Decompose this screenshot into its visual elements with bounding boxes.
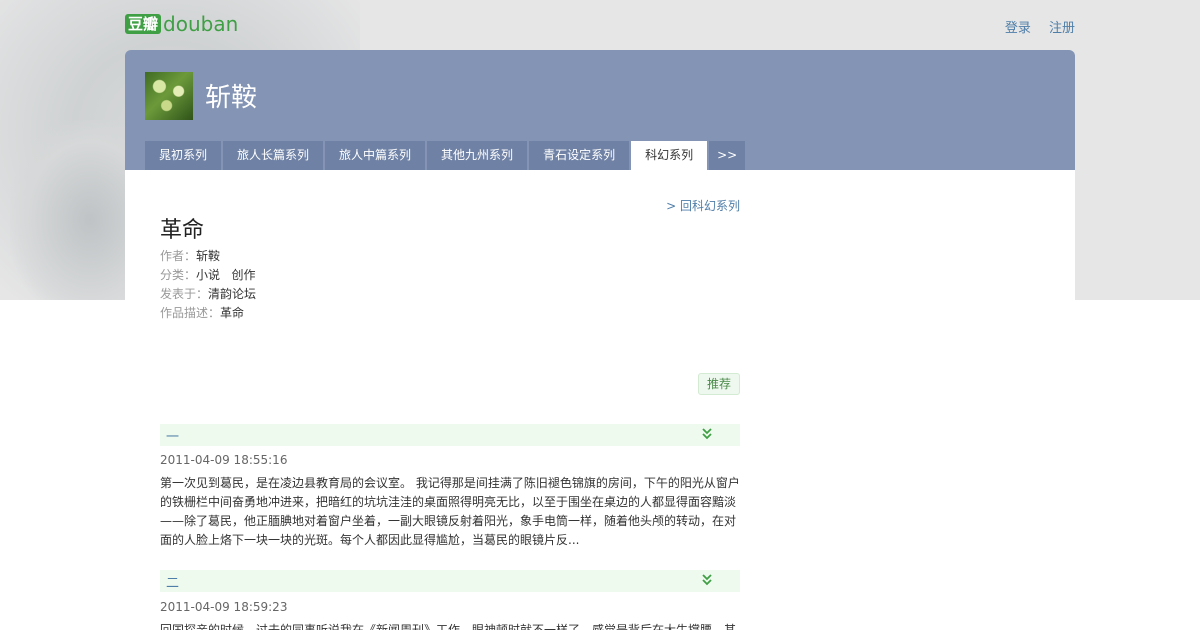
logo-en: douban — [163, 12, 239, 36]
published-label: 发表于： — [160, 287, 209, 301]
chapter-header[interactable]: 一 — [160, 424, 740, 446]
main-content: > 回科幻系列 革命 作者：斩鞍 分类：小说 创作 发表于：清韵论坛 作品描述：… — [125, 170, 1075, 630]
chapter-header[interactable]: 二 — [160, 570, 740, 592]
tab-scifi-series[interactable]: 科幻系列 — [631, 141, 708, 170]
tab-chuchu-series[interactable]: 晁初系列 — [145, 141, 222, 170]
author-value[interactable]: 斩鞍 — [196, 249, 220, 263]
published-value: 清韵论坛 — [208, 287, 257, 301]
tab-traveler-medium-series[interactable]: 旅人中篇系列 — [325, 141, 426, 170]
author-name[interactable]: 斩鞍 — [205, 77, 257, 114]
tab-qingshi-setting-series[interactable]: 青石设定系列 — [529, 141, 630, 170]
double-chevron-down-icon[interactable] — [700, 571, 714, 589]
work-title: 革命 — [160, 218, 205, 243]
description-value: 革命 — [220, 306, 245, 320]
author-label: 作者： — [160, 249, 197, 263]
chapter-title-link[interactable]: 一 — [166, 426, 179, 445]
tab-other-jiuzhou-series[interactable]: 其他九州系列 — [427, 141, 528, 170]
author-header: 斩鞍 晁初系列 旅人长篇系列 旅人中篇系列 其他九州系列 青石设定系列 科幻系列… — [125, 50, 1075, 170]
logo-cn: 豆瓣 — [125, 14, 162, 34]
douban-logo[interactable]: 豆瓣 douban — [125, 12, 238, 36]
category-value: 小说 创作 — [196, 268, 256, 282]
description-label: 作品描述： — [160, 306, 221, 320]
tab-more-button[interactable]: >> — [709, 141, 746, 170]
chapter-timestamp: 2011-04-09 18:59:23 — [160, 600, 288, 614]
chapter-excerpt: 第一次见到葛民，是在凌边县教育局的会议室。 我记得那是间挂满了陈旧褪色锦旗的房间… — [160, 476, 740, 547]
recommend-button[interactable]: 推荐 — [698, 373, 741, 395]
category-label: 分类： — [160, 268, 197, 282]
author-avatar[interactable] — [145, 72, 193, 120]
login-link[interactable]: 登录 — [1005, 21, 1031, 36]
tab-traveler-long-series[interactable]: 旅人长篇系列 — [223, 141, 324, 170]
double-chevron-down-icon[interactable] — [700, 425, 714, 443]
chapter-title-link[interactable]: 二 — [166, 572, 179, 591]
chapter-excerpt: 回国探亲的时候，过去的同事听说我在《新闻周刊》工作，眼神顿时就不一样了。感觉是背… — [160, 623, 737, 630]
chapter-timestamp: 2011-04-09 18:55:16 — [160, 453, 288, 467]
work-meta: 作者：斩鞍 分类：小说 创作 发表于：清韵论坛 作品描述：革命 — [160, 247, 256, 323]
top-links: 登录 注册 — [991, 17, 1075, 36]
register-link[interactable]: 注册 — [1049, 21, 1075, 36]
back-to-series-link[interactable]: > 回科幻系列 — [666, 197, 740, 214]
series-tabs: 晁初系列 旅人长篇系列 旅人中篇系列 其他九州系列 青石设定系列 科幻系列 >> — [145, 141, 746, 170]
